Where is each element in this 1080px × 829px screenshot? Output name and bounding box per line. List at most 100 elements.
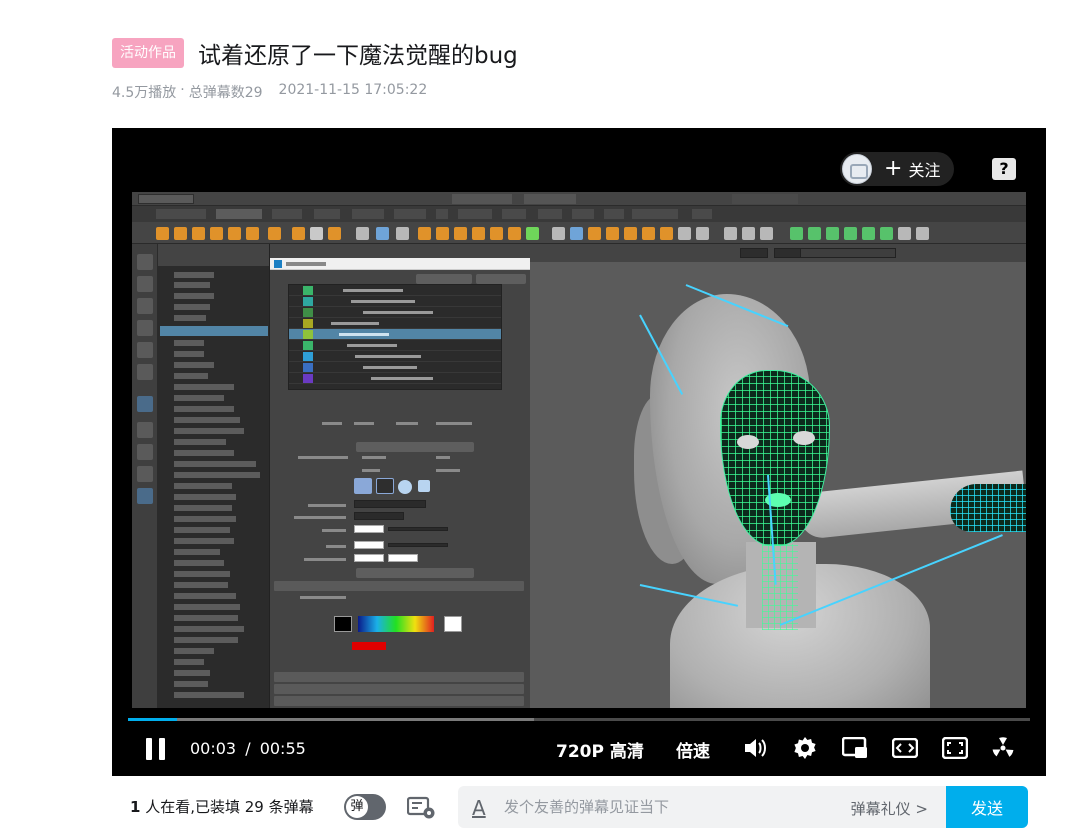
normalize-dropdown	[354, 512, 404, 520]
outliner-row	[174, 373, 208, 379]
maya-tab	[604, 209, 624, 219]
brush-profile-icon	[354, 478, 372, 494]
danmaku-settings-icon[interactable]	[406, 796, 437, 820]
minmax-label	[304, 558, 346, 561]
min-field	[354, 554, 384, 562]
mode-select	[396, 422, 418, 425]
outliner-row	[174, 450, 234, 456]
opacity-label	[322, 529, 346, 532]
tool-help-button	[476, 274, 526, 284]
danmaku-toggle[interactable]: 弹	[344, 794, 386, 820]
ramp-black-swatch	[334, 616, 352, 632]
danmaku-style-icon[interactable]: A	[472, 796, 486, 820]
gradient-section	[274, 581, 524, 591]
video-title: 试着还原了一下魔法觉醒的bug	[198, 43, 518, 69]
opacity-slider	[388, 527, 448, 531]
video-page: 活动作品 试着还原了一下魔法觉醒的bug 4.5万播放 · 总弹幕数29 202…	[0, 0, 1080, 829]
shelf-cone-icon	[210, 227, 223, 240]
volume-icon[interactable]	[742, 736, 768, 760]
settings-icon[interactable]	[792, 736, 818, 760]
maya-live-surface	[452, 194, 512, 204]
op-add	[436, 456, 450, 459]
shelf-tool-icon	[436, 227, 449, 240]
lasso-tool-icon	[137, 276, 153, 292]
outliner-row	[174, 315, 206, 321]
shelf-tool-icon	[552, 227, 565, 240]
maya-tab	[632, 209, 678, 219]
outliner-row	[174, 637, 238, 643]
layout-icon	[137, 396, 153, 412]
op-replace	[362, 456, 386, 459]
pause-icon[interactable]	[146, 738, 166, 760]
outliner-row	[174, 351, 204, 357]
mode-label	[322, 422, 342, 425]
danmaku-input[interactable]	[504, 796, 804, 818]
danmaku-etiquette-link[interactable]: 弹幕礼仪 >	[851, 798, 928, 819]
viewport-toolbar	[530, 244, 1026, 262]
paint-tool-icon	[137, 298, 153, 314]
joint-row	[289, 318, 501, 329]
send-button[interactable]: 发送	[946, 786, 1028, 828]
shelf-tool-icon	[724, 227, 737, 240]
maya-tool-settings-panel	[270, 244, 530, 708]
title-row: 活动作品 试着还原了一下魔法觉醒的bug	[112, 36, 518, 70]
hand-weight-mesh	[950, 484, 1026, 532]
outliner-row	[174, 560, 224, 566]
fullscreen-icon[interactable]	[942, 736, 968, 760]
maya-tab	[314, 209, 340, 219]
shelf-tool-icon	[826, 227, 839, 240]
maya-viewport	[530, 244, 1026, 708]
outliner-row	[174, 681, 208, 687]
mini-window-icon[interactable]	[842, 736, 868, 760]
quality-button[interactable]: 720P 高清	[556, 737, 644, 762]
joint-row	[289, 307, 501, 318]
outliner-row	[174, 461, 256, 467]
shelf-tool-icon	[570, 227, 583, 240]
progress-bar[interactable]	[128, 718, 1030, 721]
uploader-avatar[interactable]	[842, 154, 872, 184]
outliner-row	[174, 494, 236, 500]
outliner-row	[174, 692, 244, 698]
shelf-tool-icon	[844, 227, 857, 240]
value-field	[354, 541, 384, 549]
video-frame[interactable]	[132, 192, 1026, 708]
shelf-tool-icon	[898, 227, 911, 240]
maya-shelf	[132, 222, 1026, 244]
weight-type-dropdown	[354, 500, 426, 508]
outliner-row	[174, 593, 236, 599]
help-button[interactable]: ?	[992, 158, 1016, 180]
maya-tab	[692, 209, 712, 219]
progress-played	[128, 718, 178, 721]
maya-tab	[156, 209, 206, 219]
outliner-row	[174, 428, 244, 434]
widescreen-icon[interactable]	[892, 736, 918, 760]
scale-tool-icon	[137, 364, 153, 380]
maya-tab	[352, 209, 384, 219]
weight-color-ramp	[358, 616, 434, 632]
maya-tab	[538, 209, 562, 219]
meta-separator: ·	[180, 82, 185, 98]
paint-operation-label	[298, 456, 348, 459]
danmaku-input-box[interactable]: A 弹幕礼仪 >	[458, 786, 946, 828]
viewport-field	[740, 248, 768, 258]
joint-row	[289, 340, 501, 351]
maya-outliner	[158, 244, 270, 708]
maya-logo-icon	[274, 260, 282, 268]
shelf-plane-icon	[246, 227, 259, 240]
maya-symmetry	[524, 194, 576, 204]
viewer-number: 1	[130, 798, 141, 816]
video-player[interactable]: + 关注 ? 00:03 / 00:55 720P 高清 倍速	[112, 128, 1046, 776]
value-slider	[388, 543, 448, 547]
speed-button[interactable]: 倍速	[676, 737, 710, 762]
color-space-dropdown	[800, 248, 896, 258]
time-separator: /	[245, 739, 251, 758]
selected-color-swatch	[352, 642, 386, 650]
face-weight-mesh	[720, 370, 830, 546]
viewer-count: 1 人在看,已装填 29 条弹幕	[130, 796, 314, 817]
maya-mode-dropdown	[138, 194, 194, 204]
shelf-tool-icon	[624, 227, 637, 240]
activity-tag[interactable]: 活动作品	[112, 38, 184, 68]
radiation-icon[interactable]	[990, 736, 1016, 760]
follow-button[interactable]: + 关注	[840, 152, 954, 186]
danmaku-toggle-label: 弹	[346, 796, 368, 818]
